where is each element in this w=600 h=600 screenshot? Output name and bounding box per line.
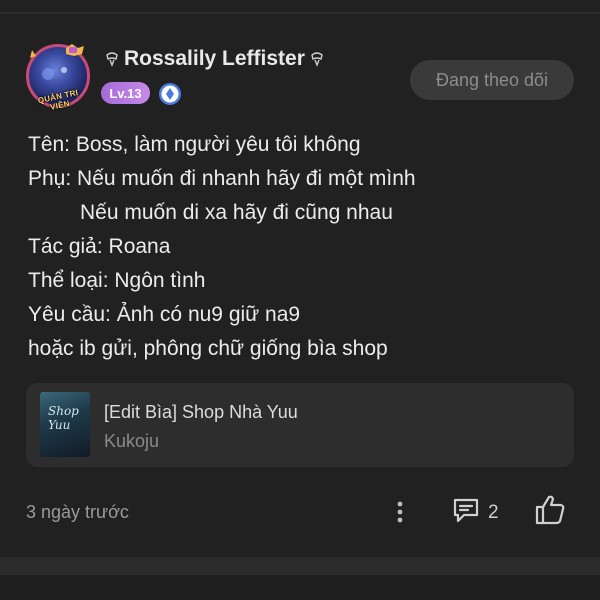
more-vertical-icon[interactable] <box>390 498 410 526</box>
content-line: Tên: Boss, làm người yêu tôi không <box>28 133 361 156</box>
following-button[interactable]: Đang theo dõi <box>410 60 574 100</box>
linked-post-thumbnail: Shop Yuu <box>40 392 90 457</box>
linked-post-title: [Edit Bìa] Shop Nhà Yuu <box>104 402 298 422</box>
username[interactable]: Rossalily Leffister <box>124 47 305 71</box>
post-content: Tên: Boss, làm người yêu tôi không Phụ: … <box>28 128 578 366</box>
content-line: Nếu muốn di xa hãy đi cũng nhau <box>80 201 393 224</box>
section-divider <box>0 557 600 575</box>
content-line: Thể loại: Ngôn tình <box>28 269 206 292</box>
content-line: Tác giả: Roana <box>28 235 171 258</box>
ghost-bow-icon <box>106 52 118 67</box>
username-row[interactable]: Rossalily Leffister <box>104 47 325 71</box>
comment-icon[interactable] <box>450 494 482 526</box>
linked-post-author: Kukoju <box>104 431 160 451</box>
content-line: hoặc ib gửi, phông chữ giống bìa shop <box>28 337 388 360</box>
thumbnail-text: Shop Yuu <box>48 404 79 432</box>
linked-post-card[interactable]: Shop Yuu [Edit Bìa] Shop Nhà Yuu Kukoju <box>26 383 574 467</box>
ghost-bow-icon <box>311 52 323 67</box>
level-badge: Lv.13 <box>101 82 150 104</box>
verified-shield-icon <box>159 83 181 105</box>
content-line: Yêu cầu: Ảnh có nu9 giữ na9 <box>28 303 301 326</box>
content-line: Phụ: Nếu muốn đi nhanh hãy đi một mình <box>28 167 416 190</box>
post-timestamp: 3 ngày trước <box>26 502 129 522</box>
comment-count: 2 <box>488 502 499 523</box>
next-post-area <box>0 575 600 600</box>
thumbs-up-icon[interactable] <box>532 492 568 528</box>
